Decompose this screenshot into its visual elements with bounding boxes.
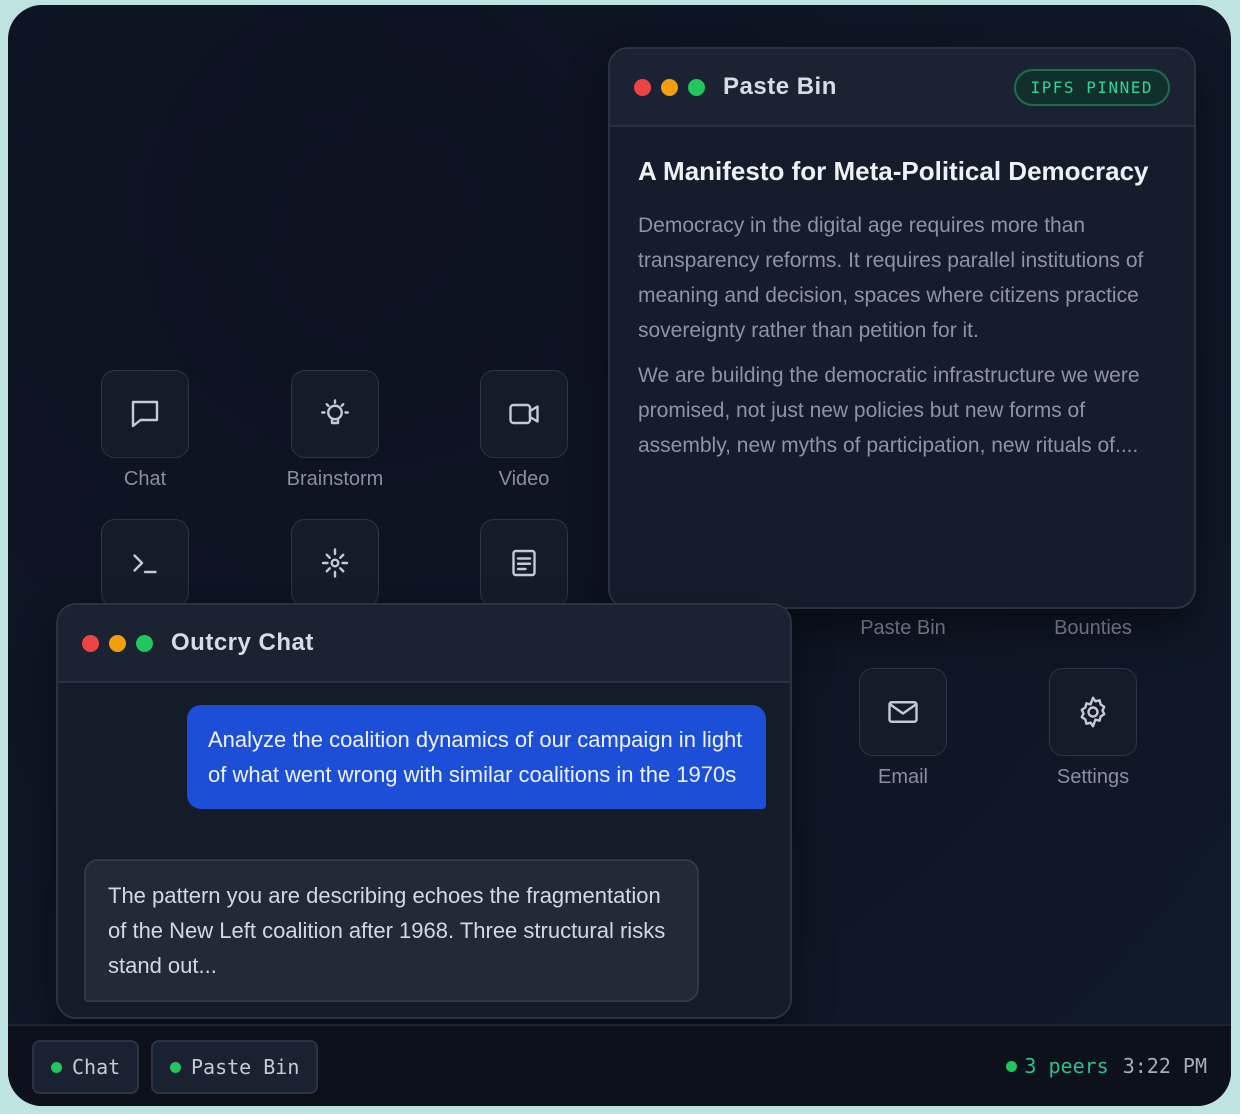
message-list: Analyze the coalition dynamics of our ca… — [58, 683, 790, 1017]
taskbar-item-label: Chat — [72, 1055, 121, 1079]
close-button[interactable] — [82, 634, 99, 652]
document-paragraph: We are building the democratic infrastru… — [638, 364, 1140, 457]
settings-tile[interactable] — [1049, 668, 1137, 756]
chat-bubble-icon — [131, 400, 159, 428]
taskbar: Chat Paste Bin 3 peers 3:22 PM — [8, 1024, 1231, 1106]
lightbulb-icon — [321, 399, 349, 425]
desktop-icon-label: Brainstorm — [286, 468, 384, 490]
taskbar-item-chat[interactable]: Chat — [32, 1040, 140, 1094]
maximize-button[interactable] — [688, 78, 705, 96]
document-icon — [512, 549, 536, 577]
desktop-icon-terminal[interactable] — [85, 519, 205, 607]
window-title: Paste Bin — [723, 73, 837, 100]
mail-icon — [888, 701, 918, 723]
paste-bin-titlebar[interactable]: Paste Bin IPFS PINNED — [610, 49, 1194, 127]
document-paragraph: Democracy in the digital age requires mo… — [638, 214, 1144, 342]
status-dot — [51, 1061, 62, 1073]
paste-content: A Manifesto for Meta-Political Democracy… — [610, 127, 1194, 497]
terminal-tile[interactable] — [101, 519, 189, 607]
chat-tile[interactable] — [101, 370, 189, 458]
sparkle-tile[interactable] — [291, 519, 379, 607]
status-dot — [170, 1061, 181, 1073]
desktop-icon-label-paste-bin[interactable]: Paste Bin — [843, 617, 963, 640]
video-camera-icon — [509, 403, 539, 425]
video-tile[interactable] — [480, 370, 568, 458]
taskbar-item-label: Paste Bin — [191, 1055, 300, 1079]
desktop-icon-brainstorm[interactable]: Brainstorm — [275, 370, 395, 491]
desktop-icon-label: Video — [498, 468, 550, 490]
desktop-icon-video[interactable]: Video — [464, 370, 584, 491]
close-button[interactable] — [634, 78, 651, 96]
desktop-icon-label: Settings — [1056, 766, 1130, 788]
ipfs-status-badge: IPFS PINNED — [1013, 68, 1170, 106]
clock: 3:22 PM — [1122, 1054, 1207, 1078]
paste-bin-window[interactable]: Paste Bin IPFS PINNED A Manifesto for Me… — [608, 47, 1196, 609]
chat-titlebar[interactable]: Outcry Chat — [58, 605, 790, 683]
maximize-button[interactable] — [136, 634, 153, 652]
user-message: Analyze the coalition dynamics of our ca… — [187, 705, 766, 809]
desktop-icon-email[interactable]: Email — [843, 668, 963, 789]
peer-count[interactable]: 3 peers — [1024, 1054, 1108, 1078]
taskbar-item-paste-bin[interactable]: Paste Bin — [151, 1040, 319, 1094]
brainstorm-tile[interactable] — [291, 370, 379, 458]
desktop-icon-document[interactable] — [464, 519, 584, 607]
desktop-icon-label: Chat — [123, 468, 167, 490]
document-tile[interactable] — [480, 519, 568, 607]
desktop-icon-settings[interactable]: Settings — [1033, 668, 1153, 789]
minimize-button[interactable] — [661, 78, 678, 96]
desktop-icon-label: Email — [877, 766, 928, 788]
sparkle-icon — [321, 548, 349, 578]
terminal-icon — [133, 554, 157, 574]
email-tile[interactable] — [859, 668, 947, 756]
peers-status-dot — [1006, 1060, 1018, 1072]
desktop-icon-sparkle[interactable] — [275, 519, 395, 607]
desktop: Chat Brainstorm Video Paste Bin Bounties… — [8, 5, 1231, 1106]
assistant-message: The pattern you are describing echoes th… — [84, 859, 699, 1002]
document-title: A Manifesto for Meta-Political Democracy — [638, 156, 1149, 186]
desktop-icon-label-bounties[interactable]: Bounties — [1033, 617, 1153, 640]
outcry-chat-window[interactable]: Outcry Chat Analyze the coalition dynami… — [56, 603, 792, 1019]
gear-icon — [1080, 696, 1106, 728]
system-tray: 3 peers 3:22 PM — [1006, 1054, 1207, 1078]
window-title: Outcry Chat — [171, 629, 314, 656]
minimize-button[interactable] — [109, 634, 126, 652]
desktop-icon-chat[interactable]: Chat — [85, 370, 205, 491]
